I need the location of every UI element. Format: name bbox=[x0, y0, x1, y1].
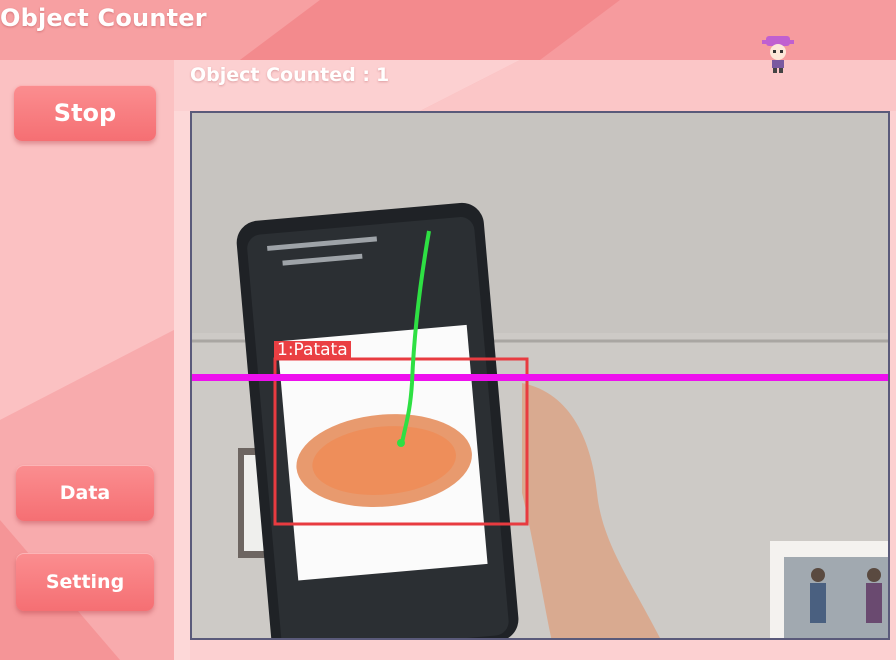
stop-button[interactable]: Stop bbox=[14, 85, 156, 141]
mascot-icon bbox=[762, 36, 794, 73]
object-count-label: Object Counted : bbox=[190, 64, 370, 86]
object-count-value: 1 bbox=[375, 64, 390, 86]
object-count: Object Counted :1 bbox=[190, 64, 395, 86]
data-button[interactable]: Data bbox=[16, 465, 154, 521]
app-title: Object Counter bbox=[0, 4, 207, 32]
camera-frame bbox=[192, 113, 888, 638]
detection-label: 1:Patata bbox=[274, 341, 351, 359]
setting-button[interactable]: Setting bbox=[16, 553, 154, 611]
camera-feed: 1:Patata bbox=[190, 111, 890, 640]
